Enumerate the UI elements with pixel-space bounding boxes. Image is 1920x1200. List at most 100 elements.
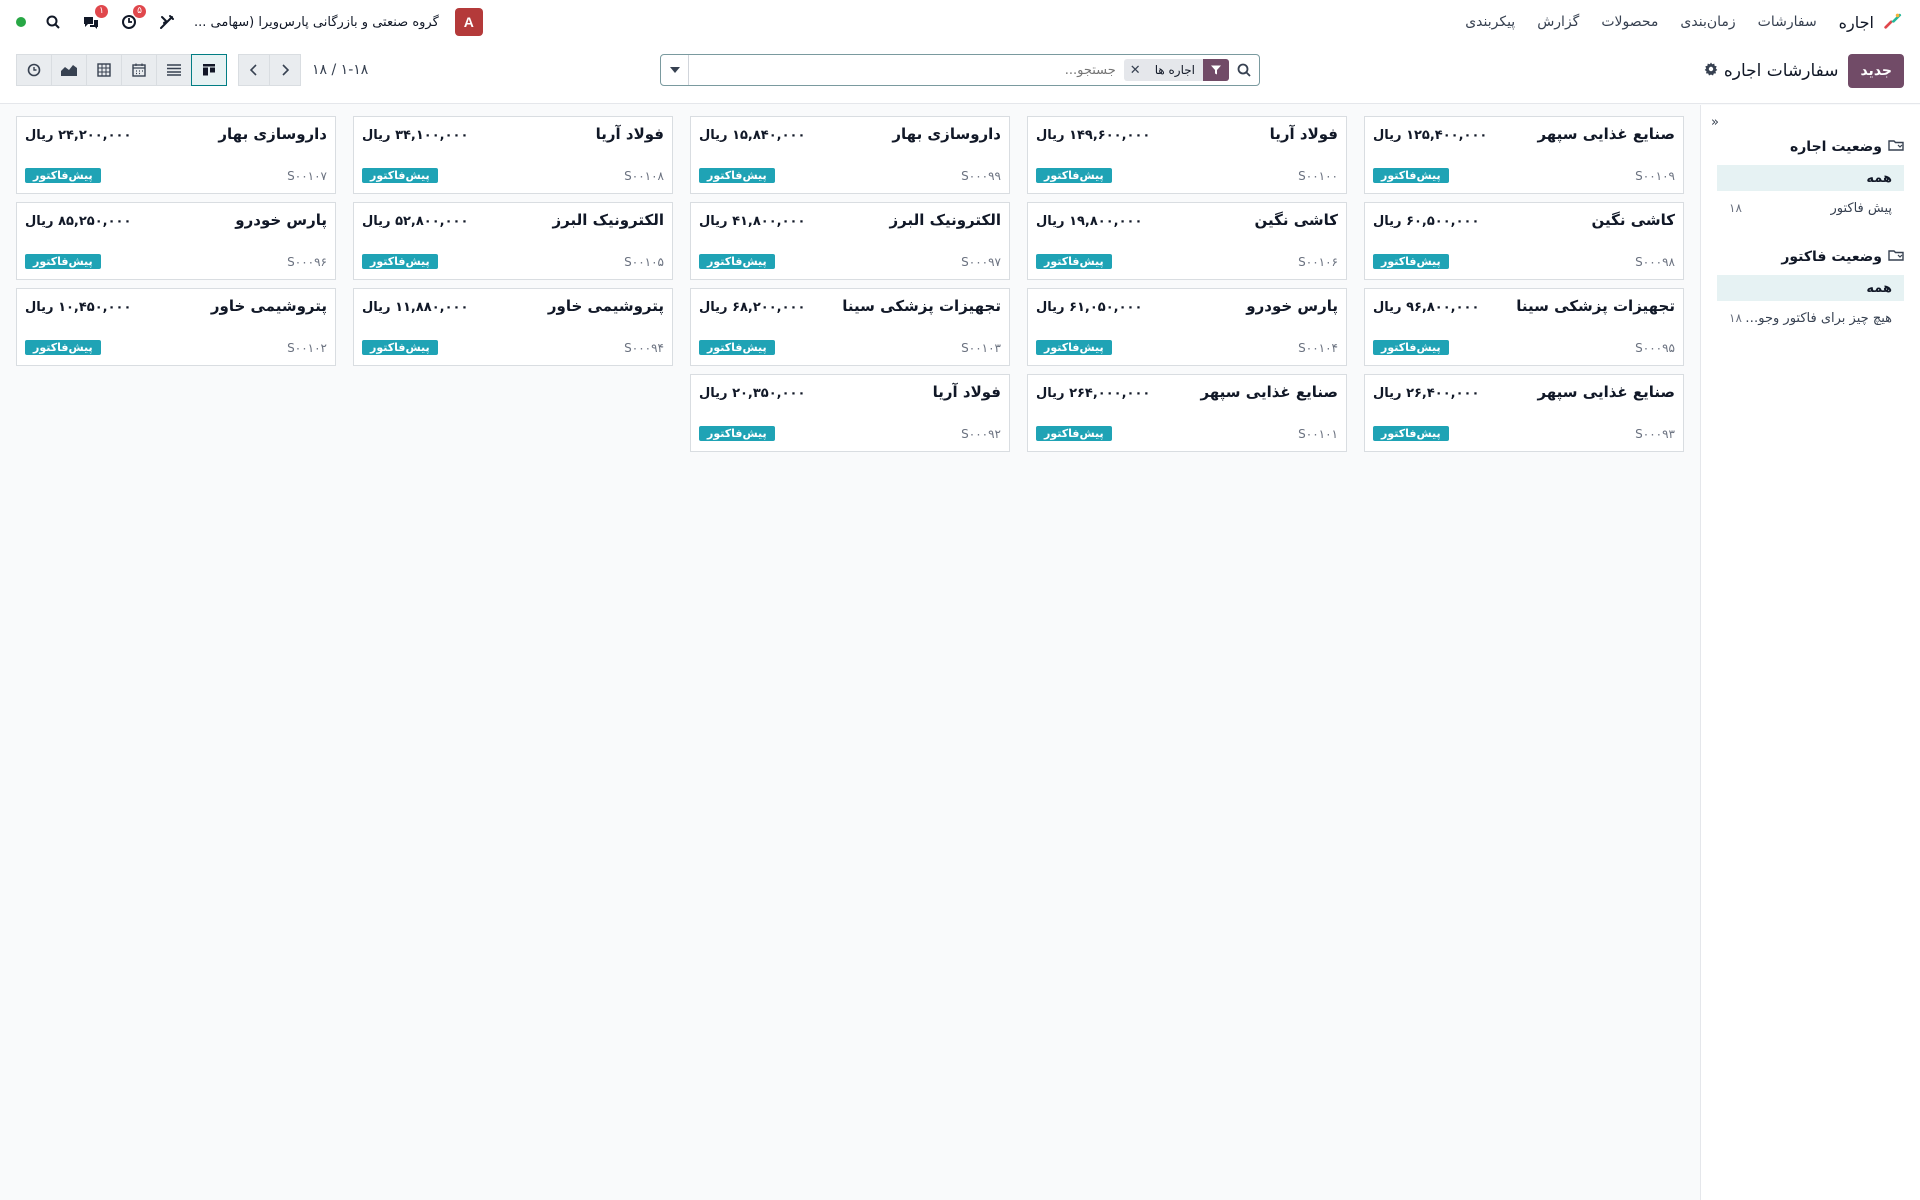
chevron-left-icon bbox=[250, 64, 257, 76]
card-reference: S۰۰۰۹۷ bbox=[961, 254, 1001, 269]
card-customer: فولاد آریا bbox=[1269, 125, 1338, 143]
card-header: تجهیزات پزشکی سینا ۶۸,۲۰۰,۰۰۰ ریال bbox=[699, 297, 1001, 315]
collapse-icon[interactable]: « bbox=[1711, 115, 1719, 130]
search-input[interactable] bbox=[689, 55, 1120, 85]
filter-count: ۱۸ bbox=[1729, 201, 1742, 215]
chevron-right-icon bbox=[282, 64, 289, 76]
kanban-card[interactable]: پارس خودرو ۸۵,۲۵۰,۰۰۰ ریال S۰۰۰۹۶ پیش‌فاکتو… bbox=[16, 202, 336, 280]
filter-invoice-all[interactable]: همه bbox=[1717, 275, 1904, 301]
main-menu: اجاره سفارشات زمان‌بندی محصولات گزارش پی… bbox=[1465, 9, 1904, 35]
card-reference: S۰۰۰۹۹ bbox=[961, 168, 1001, 183]
card-reference: S۰۰۱۰۰ bbox=[1298, 168, 1338, 183]
menu-item-orders[interactable]: سفارشات bbox=[1758, 14, 1817, 30]
card-amount: ۲۰,۳۵۰,۰۰۰ ریال bbox=[699, 386, 806, 401]
kanban-card[interactable]: فولاد آریا ۳۴,۱۰۰,۰۰۰ ریال S۰۰۱۰۸ پیش‌فاکتو… bbox=[353, 116, 673, 194]
filter-icon bbox=[1203, 59, 1229, 81]
card-reference: S۰۰۱۰۹ bbox=[1635, 168, 1675, 183]
kanban-card[interactable]: تجهیزات پزشکی سینا ۹۶,۸۰۰,۰۰۰ ریال S۰۰۰۹۵ پ… bbox=[1364, 288, 1684, 366]
kanban-card[interactable]: داروسازی بهار ۲۴,۲۰۰,۰۰۰ ریال S۰۰۱۰۷ پیش‌فا… bbox=[16, 116, 336, 194]
kanban-card[interactable]: پتروشیمی خاور ۱۱,۸۸۰,۰۰۰ ریال S۰۰۰۹۴ پیش‌فا… bbox=[353, 288, 673, 366]
card-customer: پارس خودرو bbox=[1246, 297, 1338, 315]
kanban-card[interactable]: کاشی نگین ۶۰,۵۰۰,۰۰۰ ریال S۰۰۰۹۸ پیش‌فاکتور bbox=[1364, 202, 1684, 280]
card-customer: پتروشیمی خاور bbox=[547, 297, 664, 315]
pivot-view-button[interactable] bbox=[86, 54, 122, 86]
menu-item-schedule[interactable]: زمان‌بندی bbox=[1680, 14, 1735, 30]
menu-item-products[interactable]: محصولات bbox=[1601, 14, 1658, 30]
card-footer: S۰۰۱۰۳ پیش‌فاکتور bbox=[699, 340, 1001, 355]
card-footer: S۰۰۱۰۸ پیش‌فاکتور bbox=[362, 168, 664, 183]
clock-icon[interactable]: ۵ bbox=[118, 5, 146, 33]
facet-remove-icon[interactable]: ✕ bbox=[1124, 63, 1147, 78]
kanban-card[interactable]: پتروشیمی خاور ۱۰,۴۵۰,۰۰۰ ریال S۰۰۱۰۲ پیش‌فا… bbox=[16, 288, 336, 366]
kanban-card[interactable]: الکترونیک البرز ۴۱,۸۰۰,۰۰۰ ریال S۰۰۰۹۷ پیش‌… bbox=[690, 202, 1010, 280]
activity-view-button[interactable] bbox=[16, 54, 52, 86]
card-customer: کاشی نگین bbox=[1591, 211, 1675, 229]
kanban-card[interactable]: صنایع غذایی سپهر ۲۶,۴۰۰,۰۰۰ ریال S۰۰۰۹۳ پیش… bbox=[1364, 374, 1684, 452]
kanban-card[interactable]: فولاد آریا ۲۰,۳۵۰,۰۰۰ ریال S۰۰۰۹۲ پیش‌فاکتو… bbox=[690, 374, 1010, 452]
card-amount: ۱۰,۴۵۰,۰۰۰ ریال bbox=[25, 300, 132, 315]
chat-icon[interactable]: ۱ bbox=[80, 5, 108, 33]
presence-status-icon bbox=[16, 17, 26, 27]
pager-value[interactable]: ۱-۱۸ / ۱۸ bbox=[312, 62, 368, 78]
status-badge: پیش‌فاکتور bbox=[362, 340, 438, 355]
card-reference: S۰۰۱۰۳ bbox=[961, 340, 1001, 355]
activity-icon bbox=[27, 63, 41, 77]
kanban-view-button[interactable] bbox=[191, 54, 227, 86]
filter-invoice-nothing[interactable]: هیچ چیز برای فاکتور وجود ندارد ۱۸ bbox=[1717, 305, 1904, 331]
new-button[interactable]: جدید bbox=[1848, 54, 1904, 88]
card-footer: S۰۰۰۹۶ پیش‌فاکتور bbox=[25, 254, 327, 269]
search-submit-icon[interactable] bbox=[1229, 55, 1259, 85]
search-icon[interactable] bbox=[42, 11, 64, 33]
card-reference: S۰۰۱۰۱ bbox=[1298, 426, 1338, 441]
gear-icon[interactable] bbox=[1704, 61, 1718, 81]
filter-rental-quotation[interactable]: پیش فاکتور ۱۸ bbox=[1717, 195, 1904, 221]
card-footer: S۰۰۱۰۵ پیش‌فاکتور bbox=[362, 254, 664, 269]
card-amount: ۲۶,۴۰۰,۰۰۰ ریال bbox=[1373, 386, 1480, 401]
list-view-button[interactable] bbox=[156, 54, 192, 86]
status-badge: پیش‌فاکتور bbox=[1373, 426, 1449, 441]
kanban-cards: صنایع غذایی سپهر ۱۲۵,۴۰۰,۰۰۰ ریال S۰۰۱۰۹ پی… bbox=[16, 116, 1684, 452]
pager-previous-button[interactable] bbox=[238, 54, 270, 86]
card-header: صنایع غذایی سپهر ۲۶۴,۰۰۰,۰۰۰ ریال bbox=[1036, 383, 1338, 401]
status-badge: پیش‌فاکتور bbox=[1036, 426, 1112, 441]
card-reference: S۰۰۰۹۲ bbox=[961, 426, 1001, 441]
card-amount: ۸۵,۲۵۰,۰۰۰ ریال bbox=[25, 214, 132, 229]
card-amount: ۴۱,۸۰۰,۰۰۰ ریال bbox=[699, 214, 806, 229]
calendar-view-button[interactable] bbox=[121, 54, 157, 86]
kanban-card[interactable]: کاشی نگین ۱۹,۸۰۰,۰۰۰ ریال S۰۰۱۰۶ پیش‌فاکتور bbox=[1027, 202, 1347, 280]
card-footer: S۰۰۱۰۷ پیش‌فاکتور bbox=[25, 168, 327, 183]
card-customer: پارس خودرو bbox=[235, 211, 327, 229]
page-title-text: سفارشات اجاره bbox=[1723, 61, 1839, 81]
card-customer: فولاد آریا bbox=[932, 383, 1001, 401]
menu-item-reporting[interactable]: گزارش bbox=[1537, 14, 1579, 30]
card-header: داروسازی بهار ۱۵,۸۴۰,۰۰۰ ریال bbox=[699, 125, 1001, 143]
app-name: اجاره bbox=[1838, 12, 1874, 32]
kanban-card[interactable]: الکترونیک البرز ۵۲,۸۰۰,۰۰۰ ریال S۰۰۱۰۵ پیش‌… bbox=[353, 202, 673, 280]
graph-view-button[interactable] bbox=[51, 54, 87, 86]
top-navbar: اجاره سفارشات زمان‌بندی محصولات گزارش پی… bbox=[0, 0, 1920, 44]
kanban-card[interactable]: داروسازی بهار ۱۵,۸۴۰,۰۰۰ ریال S۰۰۰۹۹ پیش‌فا… bbox=[690, 116, 1010, 194]
menu-item-configuration[interactable]: پیکربندی bbox=[1465, 14, 1515, 30]
caret-down-icon[interactable] bbox=[661, 55, 689, 85]
card-reference: S۰۰۱۰۵ bbox=[624, 254, 664, 269]
card-header: الکترونیک البرز ۴۱,۸۰۰,۰۰۰ ریال bbox=[699, 211, 1001, 229]
card-footer: S۰۰۱۰۴ پیش‌فاکتور bbox=[1036, 340, 1338, 355]
filter-rental-all[interactable]: همه bbox=[1717, 165, 1904, 191]
status-badge: پیش‌فاکتور bbox=[25, 254, 101, 269]
pager-next-button[interactable] bbox=[269, 54, 301, 86]
card-customer: الکترونیک البرز bbox=[889, 211, 1001, 229]
card-amount: ۹۶,۸۰۰,۰۰۰ ریال bbox=[1373, 300, 1480, 315]
company-switcher[interactable]: گروه صنعتی و بازرگانی پارس‌ویرا (سهامی .… bbox=[194, 15, 439, 30]
kanban-card[interactable]: صنایع غذایی سپهر ۲۶۴,۰۰۰,۰۰۰ ریال S۰۰۱۰۱ پی… bbox=[1027, 374, 1347, 452]
kanban-card[interactable]: پارس خودرو ۶۱,۰۵۰,۰۰۰ ریال S۰۰۱۰۴ پیش‌فاکتو… bbox=[1027, 288, 1347, 366]
avatar[interactable]: A bbox=[454, 8, 483, 36]
bug-icon[interactable] bbox=[156, 11, 178, 33]
pager-nav bbox=[238, 54, 301, 86]
kanban-card[interactable]: تجهیزات پزشکی سینا ۶۸,۲۰۰,۰۰۰ ریال S۰۰۱۰۳ پ… bbox=[690, 288, 1010, 366]
view-switcher-area: ۱-۱۸ / ۱۸ bbox=[16, 54, 368, 86]
kanban-card[interactable]: صنایع غذایی سپهر ۱۲۵,۴۰۰,۰۰۰ ریال S۰۰۱۰۹ پی… bbox=[1364, 116, 1684, 194]
app-brand[interactable]: اجاره bbox=[1839, 9, 1904, 35]
kanban-card[interactable]: فولاد آریا ۱۴۹,۶۰۰,۰۰۰ ریال S۰۰۱۰۰ پیش‌فاکت… bbox=[1027, 116, 1347, 194]
rental-logo-icon bbox=[1882, 9, 1904, 35]
status-badge: پیش‌فاکتور bbox=[1036, 168, 1112, 183]
